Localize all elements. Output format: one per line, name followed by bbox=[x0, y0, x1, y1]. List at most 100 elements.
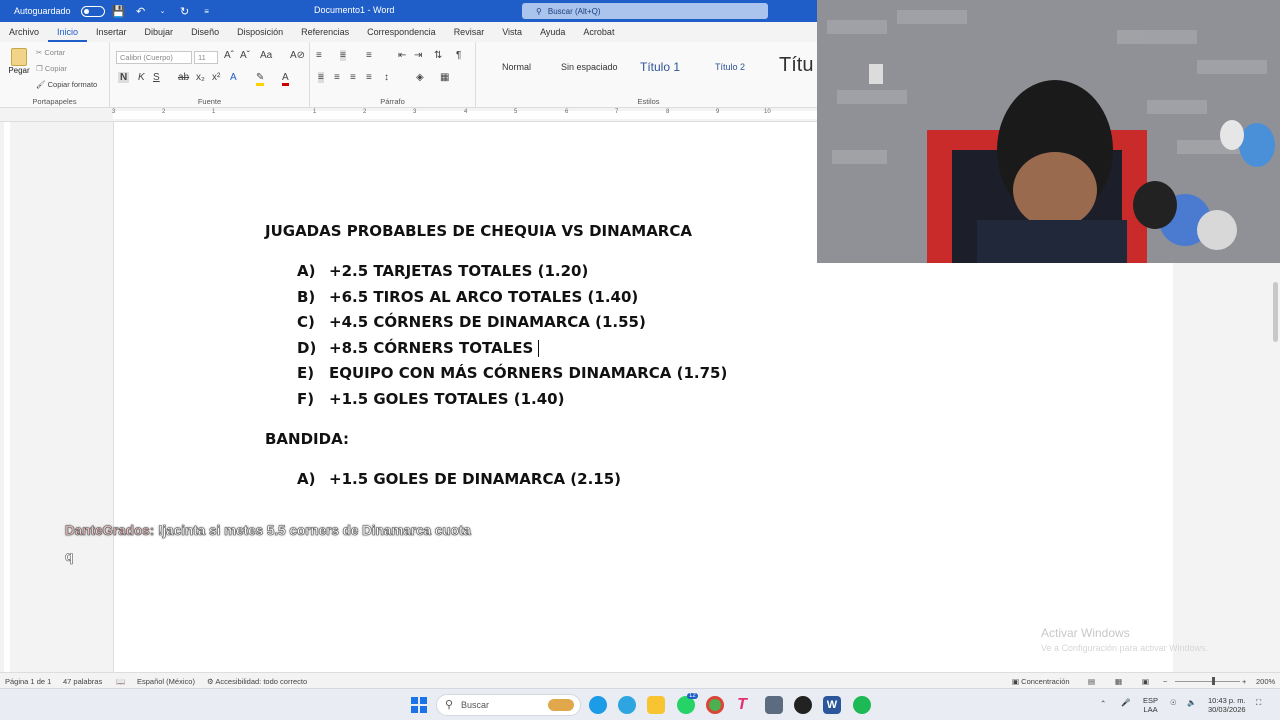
word-icon[interactable]: W bbox=[823, 696, 841, 714]
chrome-icon[interactable] bbox=[706, 696, 724, 714]
undo-icon[interactable]: ↶ bbox=[133, 5, 149, 18]
zoom-slider[interactable] bbox=[1175, 681, 1240, 682]
grow-font-icon[interactable]: Aˆ bbox=[224, 50, 234, 61]
language-indicator[interactable]: ESP LAA bbox=[1143, 696, 1158, 714]
tab-disposicion[interactable]: Disposición bbox=[228, 22, 292, 42]
align-right-icon[interactable]: ≡ bbox=[350, 72, 356, 83]
sort-icon[interactable]: ⇅ bbox=[434, 50, 442, 61]
clock[interactable]: 10:43 p. m. 30/03/2026 bbox=[1208, 696, 1246, 714]
subscript-icon[interactable]: x₂ bbox=[196, 72, 205, 83]
style-normal[interactable]: Normal bbox=[502, 62, 531, 72]
line-spacing-icon[interactable]: ↕ bbox=[384, 72, 389, 83]
clipboard-group: Pegar ✂ Cortar ❐ Copiar 🖌 Copiar formato… bbox=[0, 42, 110, 108]
list-item: D) +8.5 CÓRNERS TOTALES bbox=[297, 339, 540, 357]
tab-revisar[interactable]: Revisar bbox=[445, 22, 494, 42]
web-layout-icon[interactable]: ▣ bbox=[1142, 677, 1149, 686]
zoom-level[interactable]: 200% bbox=[1256, 677, 1275, 686]
format-painter-button[interactable]: 🖌 Copiar formato bbox=[36, 80, 97, 89]
language-status[interactable]: Español (México) bbox=[137, 677, 195, 686]
justify-icon[interactable]: ≡ bbox=[366, 72, 372, 83]
numbering-icon[interactable]: ≡ bbox=[340, 50, 346, 61]
volume-icon[interactable]: 🔈 bbox=[1187, 698, 1196, 707]
align-left-icon[interactable]: ≡ bbox=[318, 72, 324, 83]
highlight-icon[interactable]: ✎ bbox=[256, 72, 265, 86]
strikethrough-icon[interactable]: ab bbox=[178, 72, 189, 83]
style-heading-1[interactable]: Título 1 bbox=[640, 60, 680, 74]
change-case-icon[interactable]: Aa bbox=[260, 50, 272, 61]
edge-icon[interactable] bbox=[589, 696, 607, 714]
tab-dibujar[interactable]: Dibujar bbox=[136, 22, 183, 42]
notification-icon[interactable]: ⛶ bbox=[1256, 698, 1261, 707]
style-heading-2[interactable]: Título 2 bbox=[715, 62, 745, 72]
clear-formatting-icon[interactable]: A⊘ bbox=[290, 50, 305, 61]
vertical-scrollbar[interactable] bbox=[1271, 262, 1280, 672]
customize-toolbar-icon[interactable]: ≡ bbox=[199, 7, 215, 16]
bold-icon[interactable]: N bbox=[118, 72, 130, 83]
search-placeholder: Buscar (Alt+Q) bbox=[547, 6, 601, 16]
tab-acrobat[interactable]: Acrobat bbox=[574, 22, 623, 42]
tab-diseno[interactable]: Diseño bbox=[182, 22, 228, 42]
style-no-spacing[interactable]: Sin espaciado bbox=[561, 62, 618, 72]
search-box[interactable]: ⚲ Buscar (Alt+Q) bbox=[522, 3, 768, 19]
zoom-out-button[interactable]: − bbox=[1163, 677, 1167, 686]
font-color-icon[interactable]: A bbox=[282, 72, 289, 86]
tab-vista[interactable]: Vista bbox=[493, 22, 531, 42]
borders-icon[interactable]: ▦ bbox=[440, 72, 449, 83]
read-mode-icon[interactable]: ▤ bbox=[1088, 677, 1095, 686]
spotify-icon[interactable] bbox=[853, 696, 871, 714]
autosave-label: Autoguardado bbox=[14, 6, 71, 16]
zoom-in-button[interactable]: + bbox=[1242, 677, 1246, 686]
tab-referencias[interactable]: Referencias bbox=[292, 22, 358, 42]
underline-icon[interactable]: S bbox=[153, 72, 160, 83]
network-icon[interactable]: ☉ bbox=[1170, 698, 1177, 707]
superscript-icon[interactable]: x² bbox=[212, 72, 220, 83]
font-name-select[interactable]: Calibri (Cuerpo) bbox=[116, 51, 192, 64]
chevron-down-icon[interactable]: ⌄ bbox=[155, 7, 171, 15]
shrink-font-icon[interactable]: Aˇ bbox=[240, 50, 250, 61]
paste-button[interactable]: Pegar bbox=[6, 48, 32, 75]
redo-icon[interactable]: ↻ bbox=[177, 5, 193, 18]
microphone-icon[interactable]: 🎤 bbox=[1121, 698, 1130, 707]
search-icon: ⚲ bbox=[536, 6, 542, 16]
show-formatting-icon[interactable]: ¶ bbox=[456, 50, 461, 61]
vertical-ruler bbox=[0, 122, 14, 672]
bullets-icon[interactable]: ≡ bbox=[316, 50, 322, 61]
taskbar-search-label: Buscar bbox=[461, 700, 490, 710]
scroll-thumb[interactable] bbox=[1273, 282, 1278, 342]
print-layout-icon[interactable]: ▦ bbox=[1115, 677, 1122, 686]
page-count[interactable]: Página 1 de 1 bbox=[5, 677, 51, 686]
save-icon[interactable]: 💾 bbox=[111, 5, 127, 18]
accessibility-status[interactable]: ⚙ Accesibilidad: todo correcto bbox=[207, 677, 307, 686]
start-button[interactable] bbox=[411, 697, 427, 713]
tab-insertar[interactable]: Insertar bbox=[87, 22, 136, 42]
chat-continuation: q bbox=[65, 549, 74, 565]
copy-button[interactable]: ❐ Copiar bbox=[36, 64, 67, 73]
italic-icon[interactable]: K bbox=[138, 72, 145, 83]
align-center-icon[interactable]: ≡ bbox=[334, 72, 340, 83]
list-item: C) +4.5 CÓRNERS DE DINAMARCA (1.55) bbox=[297, 313, 646, 331]
calculator-icon[interactable] bbox=[765, 696, 783, 714]
focus-button[interactable]: ▣ Concentración bbox=[1012, 677, 1070, 686]
tab-ayuda[interactable]: Ayuda bbox=[531, 22, 574, 42]
telegram-icon[interactable] bbox=[618, 696, 636, 714]
zoom-slider-thumb[interactable] bbox=[1212, 677, 1215, 685]
cut-button[interactable]: ✂ Cortar bbox=[36, 48, 65, 57]
word-count[interactable]: 47 palabras bbox=[63, 677, 102, 686]
tab-archivo[interactable]: Archivo bbox=[0, 22, 48, 42]
file-explorer-icon[interactable] bbox=[647, 696, 665, 714]
taskbar-search[interactable]: ⚲ Buscar bbox=[436, 694, 581, 716]
tab-inicio[interactable]: Inicio bbox=[48, 22, 88, 42]
decrease-indent-icon[interactable]: ⇤ bbox=[398, 50, 406, 61]
autosave-toggle[interactable] bbox=[80, 5, 105, 17]
multilevel-list-icon[interactable]: ≡ bbox=[366, 50, 372, 61]
style-title[interactable]: Títu bbox=[779, 54, 813, 77]
font-size-select[interactable]: 11 bbox=[194, 51, 218, 64]
tab-correspondencia[interactable]: Correspondencia bbox=[358, 22, 445, 42]
chevron-up-icon[interactable]: ⌃ bbox=[1100, 699, 1106, 708]
obs-icon[interactable] bbox=[794, 696, 812, 714]
text-effects-icon[interactable]: A bbox=[230, 72, 237, 83]
increase-indent-icon[interactable]: ⇥ bbox=[414, 50, 422, 61]
typing-app-icon[interactable]: T bbox=[733, 696, 751, 714]
proofing-icon[interactable]: 📖 bbox=[116, 677, 125, 686]
shading-icon[interactable]: ◈ bbox=[416, 72, 424, 83]
